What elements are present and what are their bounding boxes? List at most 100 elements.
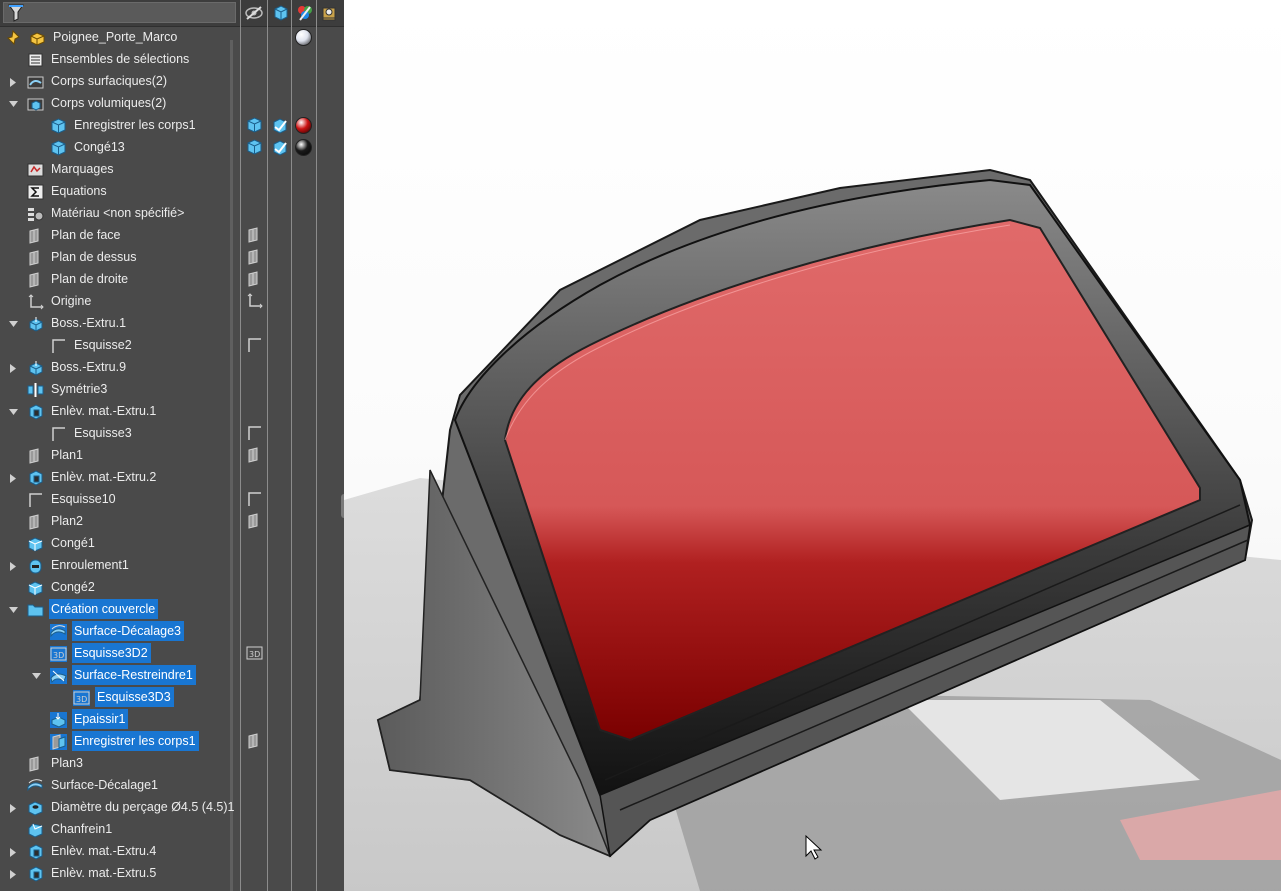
tree-item-label: Ensembles de sélections — [51, 52, 190, 66]
tree-item-label: Enregistrer les corps1 — [74, 118, 196, 132]
plane-icon — [27, 272, 44, 288]
filter-field[interactable] — [3, 2, 236, 23]
tree-item-label: Enlèv. mat.-Extru.5 — [51, 866, 157, 880]
shaded-edges-icon[interactable] — [271, 139, 289, 157]
appearance-swatch-icon[interactable] — [295, 139, 312, 156]
tree-item[interactable]: Esquisse10 — [0, 489, 240, 511]
appearance-swatch-icon[interactable] — [295, 29, 312, 46]
tree-item-label: Corps volumiques(2) — [51, 96, 167, 110]
display-pane-column-icon[interactable] — [319, 3, 339, 23]
cut-extrude-icon — [27, 404, 44, 420]
expand-arrow-icon[interactable] — [8, 363, 18, 373]
solid-body-icon[interactable] — [246, 117, 264, 135]
tree-item[interactable]: Marquages — [0, 159, 240, 181]
tree-item[interactable]: Congé13 — [0, 137, 240, 159]
sketch-icon[interactable] — [246, 425, 264, 443]
tree-item[interactable]: Surface-Décalage1 — [0, 775, 240, 797]
thicken-icon — [50, 712, 67, 728]
tree-item[interactable]: Congé1 — [0, 533, 240, 555]
tree-item-label: Esquisse2 — [74, 338, 132, 352]
material-icon — [27, 206, 44, 222]
tree-item[interactable]: Surface-Décalage3 — [0, 621, 240, 643]
tree-item[interactable]: Symétrie3 — [0, 379, 240, 401]
sketch3d-icon[interactable]: 3D — [246, 645, 264, 663]
solid-body-icon[interactable] — [246, 139, 264, 157]
hide-show-column-icon[interactable] — [244, 3, 264, 23]
tree-item[interactable]: Plan2 — [0, 511, 240, 533]
chamfer-icon — [27, 822, 44, 838]
tree-item[interactable]: Chanfrein1 — [0, 819, 240, 841]
tree-item[interactable]: Plan1 — [0, 445, 240, 467]
tree-item[interactable]: Origine — [0, 291, 240, 313]
tree-item[interactable]: Enlèv. mat.-Extru.2 — [0, 467, 240, 489]
collapse-arrow-icon[interactable] — [8, 605, 18, 615]
collapse-arrow-icon[interactable] — [8, 407, 18, 417]
plane-icon[interactable] — [246, 733, 264, 751]
pushpin-icon[interactable] — [5, 29, 22, 46]
tree-item[interactable]: Diamètre du perçage Ø4.5 (4.5)1 — [0, 797, 240, 819]
tree-item[interactable]: Plan de face — [0, 225, 240, 247]
tree-item[interactable]: Plan de dessus — [0, 247, 240, 269]
plane-icon[interactable] — [246, 271, 264, 289]
plane-icon[interactable] — [246, 447, 264, 465]
plane-icon[interactable] — [246, 249, 264, 267]
expand-arrow-icon[interactable] — [8, 803, 18, 813]
display-mode-column-icon[interactable] — [271, 3, 291, 23]
expand-arrow-icon[interactable] — [8, 561, 18, 571]
mirror-icon — [27, 382, 44, 398]
tree-item[interactable]: Surface-Restreindre1 — [0, 665, 240, 687]
tree-item[interactable]: Plan3 — [0, 753, 240, 775]
expand-arrow-icon[interactable] — [8, 847, 18, 857]
sketch-icon[interactable] — [246, 491, 264, 509]
trim-surface-icon — [50, 668, 67, 684]
shaded-edges-icon[interactable] — [271, 117, 289, 135]
graphics-viewport[interactable] — [344, 0, 1281, 891]
plane-icon — [27, 448, 44, 464]
collapse-arrow-icon[interactable] — [8, 99, 18, 109]
tree-item[interactable]: Poignee_Porte_Marco — [0, 27, 240, 49]
tree-item[interactable]: Boss.-Extru.9 — [0, 357, 240, 379]
tree-item-label: Enlèv. mat.-Extru.1 — [51, 404, 157, 418]
offset-surface-icon — [27, 778, 44, 794]
svg-text:3D: 3D — [76, 695, 87, 704]
tree-item-label: Epaissir1 — [72, 709, 129, 729]
appearance-column-icon[interactable] — [295, 3, 315, 23]
tree-item[interactable]: Enregistrer les corps1 — [0, 731, 240, 753]
fillet-icon — [27, 536, 44, 552]
collapse-arrow-icon[interactable] — [8, 319, 18, 329]
plane-icon[interactable] — [246, 513, 264, 531]
filter-icon[interactable] — [6, 3, 26, 23]
expand-arrow-icon[interactable] — [8, 77, 18, 87]
origin-icon[interactable] — [246, 293, 264, 311]
tree-item-label: Boss.-Extru.1 — [51, 316, 127, 330]
tree-item[interactable]: Matériau <non spécifié> — [0, 203, 240, 225]
tree-item[interactable]: Enlèv. mat.-Extru.4 — [0, 841, 240, 863]
tree-item[interactable]: Epaissir1 — [0, 709, 240, 731]
tree-item[interactable]: Esquisse3 — [0, 423, 240, 445]
selection-set-icon — [27, 52, 44, 68]
tree-item[interactable]: Enlèv. mat.-Extru.5 — [0, 863, 240, 885]
expand-arrow-icon[interactable] — [8, 869, 18, 879]
collapse-arrow-icon[interactable] — [31, 671, 41, 681]
tree-item[interactable]: Enlèv. mat.-Extru.1 — [0, 401, 240, 423]
3d-model-view[interactable] — [344, 0, 1281, 891]
plane-icon[interactable] — [246, 227, 264, 245]
tree-item[interactable]: Enregistrer les corps1 — [0, 115, 240, 137]
tree-item-label: Enroulement1 — [51, 558, 129, 572]
tree-item[interactable]: Equations — [0, 181, 240, 203]
expand-arrow-icon[interactable] — [8, 473, 18, 483]
tree-item[interactable]: Esquisse2 — [0, 335, 240, 357]
tree-item[interactable]: 3D Esquisse3D2 — [0, 643, 240, 665]
sketch-icon[interactable] — [246, 337, 264, 355]
tree-item[interactable]: Plan de droite — [0, 269, 240, 291]
tree-item[interactable]: Congé2 — [0, 577, 240, 599]
save-bodies-icon — [50, 734, 67, 750]
tree-item[interactable]: Enroulement1 — [0, 555, 240, 577]
tree-item[interactable]: Corps volumiques(2) — [0, 93, 240, 115]
tree-item[interactable]: 3D Esquisse3D3 — [0, 687, 240, 709]
tree-item[interactable]: Boss.-Extru.1 — [0, 313, 240, 335]
tree-item[interactable]: Création couvercle — [0, 599, 240, 621]
appearance-swatch-icon[interactable] — [295, 117, 312, 134]
tree-item[interactable]: Corps surfaciques(2) — [0, 71, 240, 93]
tree-item[interactable]: Ensembles de sélections — [0, 49, 240, 71]
